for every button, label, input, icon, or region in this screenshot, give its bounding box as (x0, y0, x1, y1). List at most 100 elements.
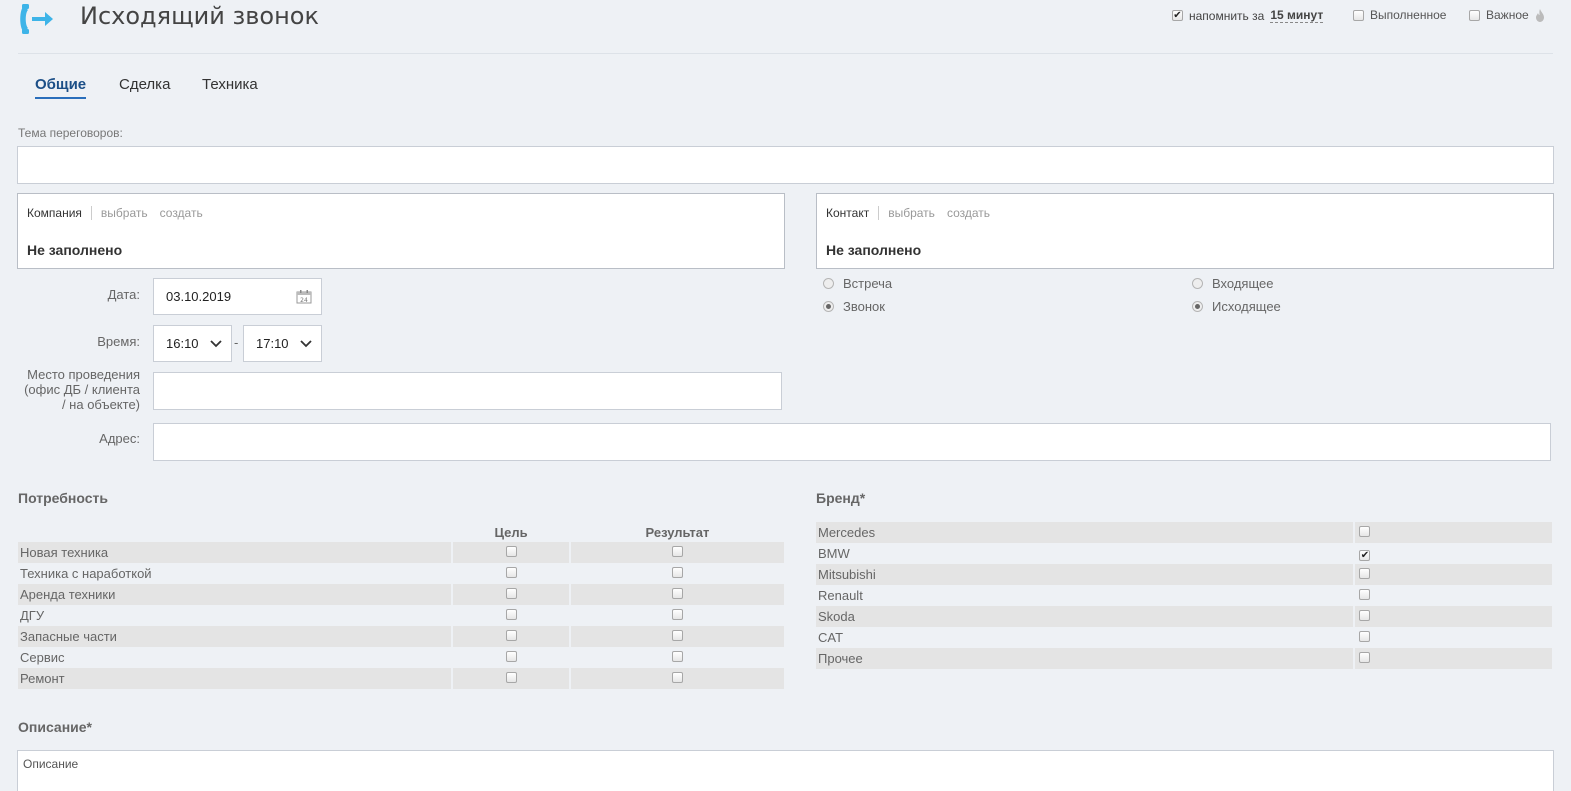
need-goal-checkbox[interactable] (505, 630, 517, 641)
brand-row-label: BMW (818, 546, 850, 561)
need-row-label: Аренда техники (18, 584, 452, 605)
need-result-checkbox[interactable] (671, 672, 683, 683)
table-row: CAT (816, 627, 1552, 648)
need-row-label: Запасные части (18, 626, 452, 647)
subject-label: Тема переговоров: (18, 126, 123, 140)
table-row: Mitsubishi (816, 564, 1552, 585)
brand-row-label: Renault (818, 588, 863, 603)
remind-interval-link[interactable]: 15 минут (1270, 8, 1324, 23)
radio-call[interactable]: Звонок (823, 299, 885, 314)
contact-select-link[interactable]: выбрать (888, 206, 935, 220)
page-title: Исходящий звонок (80, 2, 319, 30)
need-row-label: ДГУ (20, 608, 45, 623)
time-to-value: 17:10 (256, 336, 289, 351)
radio-meeting-label: Встреча (843, 276, 893, 291)
need-result-checkbox[interactable] (671, 546, 683, 557)
brand-row-label: Mercedes (816, 522, 1354, 543)
brand-checkbox[interactable] (1359, 652, 1371, 663)
brand-table: Mercedes BMW ✔ Mitsubishi Renault Skoda C… (814, 522, 1554, 669)
need-result-header: Результат (645, 524, 710, 540)
time-dash: - (234, 335, 239, 350)
subject-input[interactable] (17, 146, 1554, 184)
brand-row-label: Прочее (816, 648, 1354, 669)
radio-outgoing[interactable]: Исходящее (1192, 299, 1281, 314)
radio-incoming[interactable]: Входящее (1192, 276, 1273, 291)
brand-checkbox[interactable] (1359, 589, 1371, 600)
done-label: Выполненное (1370, 8, 1447, 22)
brand-section-title: Бренд* (816, 490, 866, 506)
table-row: Аренда техники (18, 584, 784, 605)
need-goal-checkbox[interactable] (505, 588, 517, 599)
radio-call-button[interactable] (823, 301, 834, 312)
company-create-link[interactable]: создать (160, 206, 203, 220)
need-result-checkbox[interactable] (671, 651, 683, 662)
company-box: Компания выбрать создать Не заполнено (17, 193, 785, 269)
time-to-select[interactable]: 17:10 (243, 325, 322, 362)
radio-outgoing-label: Исходящее (1212, 299, 1281, 314)
done-checkbox[interactable] (1353, 9, 1364, 21)
table-row: BMW ✔ (816, 543, 1552, 564)
need-goal-checkbox[interactable] (505, 651, 517, 662)
time-from-select[interactable]: 16:10 (153, 325, 232, 362)
need-goal-checkbox[interactable] (505, 567, 517, 578)
need-goal-checkbox[interactable] (505, 546, 517, 557)
outgoing-call-icon (20, 4, 53, 34)
remind-label: напомнить за (1189, 8, 1265, 23)
tab-deal[interactable]: Сделка (119, 76, 170, 93)
brand-checkbox[interactable] (1359, 631, 1371, 642)
need-row-label: Сервис (20, 650, 65, 665)
address-label: Адрес: (99, 431, 140, 446)
brand-row-label: Mitsubishi (816, 564, 1354, 585)
brand-checkbox[interactable]: ✔ (1359, 550, 1371, 562)
brand-checkbox[interactable] (1359, 526, 1371, 537)
need-row-label: Ремонт (18, 668, 452, 689)
contact-label: Контакт (826, 206, 870, 220)
brand-checkbox[interactable] (1359, 568, 1371, 579)
place-input[interactable] (153, 372, 782, 410)
table-row: ДГУ (18, 605, 784, 626)
radio-meeting-button[interactable] (823, 278, 834, 289)
date-field[interactable]: 03.10.2019 24 (153, 278, 322, 315)
description-textarea[interactable]: Описание (17, 750, 1554, 791)
radio-incoming-label: Входящее (1212, 276, 1274, 291)
brand-row-label: CAT (818, 630, 844, 645)
calendar-icon[interactable]: 24 (296, 289, 312, 304)
important-checkbox[interactable] (1469, 9, 1480, 21)
chevron-down-icon (300, 339, 312, 347)
important-option: Важное (1469, 8, 1545, 22)
radio-incoming-button[interactable] (1192, 278, 1203, 289)
remind-checkbox[interactable]: ✔ (1172, 10, 1183, 21)
radio-outgoing-button[interactable] (1192, 301, 1203, 312)
need-result-checkbox[interactable] (671, 609, 683, 620)
place-label: Место проведения (офис ДБ / клиента / на… (24, 367, 140, 412)
tab-general[interactable]: Общие (35, 76, 87, 99)
contact-value: Не заполнено (826, 242, 922, 258)
need-result-checkbox[interactable] (671, 588, 683, 599)
company-value: Не заполнено (27, 242, 123, 258)
company-label: Компания (27, 206, 82, 220)
need-result-checkbox[interactable] (671, 630, 683, 641)
company-select-link[interactable]: выбрать (101, 206, 148, 220)
radio-meeting[interactable]: Встреча (823, 276, 892, 291)
table-row: Прочее (816, 648, 1552, 669)
address-input[interactable] (153, 423, 1551, 461)
description-section-title: Описание* (18, 719, 92, 735)
tab-equipment[interactable]: Техника (202, 76, 258, 93)
table-row: Ремонт (18, 668, 784, 689)
svg-text:24: 24 (300, 297, 308, 304)
done-option: Выполненное (1353, 8, 1446, 22)
table-row: Новая техника (18, 542, 784, 563)
need-row-label: Новая техника (18, 542, 452, 563)
contact-create-link[interactable]: создать (947, 206, 990, 220)
need-result-checkbox[interactable] (671, 567, 683, 578)
table-row: Запасные части (18, 626, 784, 647)
contact-box: Контакт выбрать создать Не заполнено (816, 193, 1554, 269)
brand-row-label: Skoda (816, 606, 1354, 627)
brand-checkbox[interactable] (1359, 610, 1371, 621)
need-goal-checkbox[interactable] (505, 609, 517, 620)
time-from-value: 16:10 (166, 336, 199, 351)
need-goal-header: Цель (494, 524, 528, 540)
table-row: Техника с наработкой (18, 563, 784, 584)
need-goal-checkbox[interactable] (505, 672, 517, 683)
need-row-label: Техника с наработкой (20, 566, 152, 581)
